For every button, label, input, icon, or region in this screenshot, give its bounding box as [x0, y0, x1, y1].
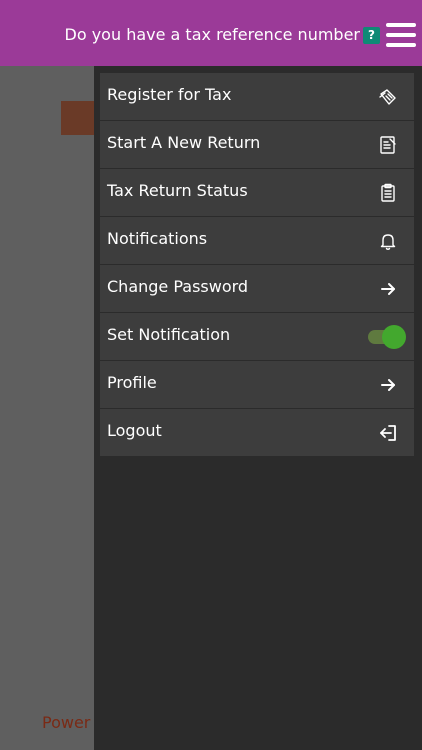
bell-icon — [378, 231, 398, 251]
footer-text: Power — [42, 713, 91, 732]
menu-item-label: Logout — [107, 421, 162, 440]
menu-item-label: Profile — [107, 373, 157, 392]
background-content — [0, 66, 94, 750]
menu-item-logout[interactable]: Logout — [100, 409, 414, 456]
menu-item-label: Set Notification — [107, 325, 231, 344]
drawer-menu: Register for Tax Start A New Return Tax … — [100, 73, 414, 457]
menu-item-profile[interactable]: Profile — [100, 361, 414, 408]
menu-item-tax-return-status[interactable]: Tax Return Status — [100, 169, 414, 216]
help-icon[interactable]: ? — [363, 27, 380, 44]
top-bar: Do you have a tax reference number ? — [0, 0, 422, 66]
menu-item-label: Start A New Return — [107, 133, 261, 152]
menu-item-label: Register for Tax — [107, 85, 232, 104]
toggle-knob — [382, 325, 406, 349]
logout-icon — [378, 423, 398, 443]
menu-item-notifications[interactable]: Notifications — [100, 217, 414, 264]
menu-item-start-new-return[interactable]: Start A New Return — [100, 121, 414, 168]
arrow-right-icon — [378, 279, 398, 299]
background-thumbnail — [61, 101, 94, 135]
clipboard-icon — [378, 183, 398, 203]
new-return-icon — [378, 135, 398, 155]
hamburger-menu-icon[interactable] — [386, 23, 416, 47]
notification-toggle[interactable] — [366, 325, 406, 349]
menu-item-set-notification: Set Notification — [100, 313, 414, 360]
menu-item-label: Tax Return Status — [107, 181, 248, 200]
menu-item-label: Notifications — [107, 229, 208, 248]
register-tax-icon — [378, 87, 398, 107]
arrow-right-icon — [378, 375, 398, 395]
page-title: Do you have a tax reference number — [64, 25, 360, 44]
menu-item-change-password[interactable]: Change Password — [100, 265, 414, 312]
menu-item-label: Change Password — [107, 277, 249, 296]
menu-item-register-for-tax[interactable]: Register for Tax — [100, 73, 414, 120]
